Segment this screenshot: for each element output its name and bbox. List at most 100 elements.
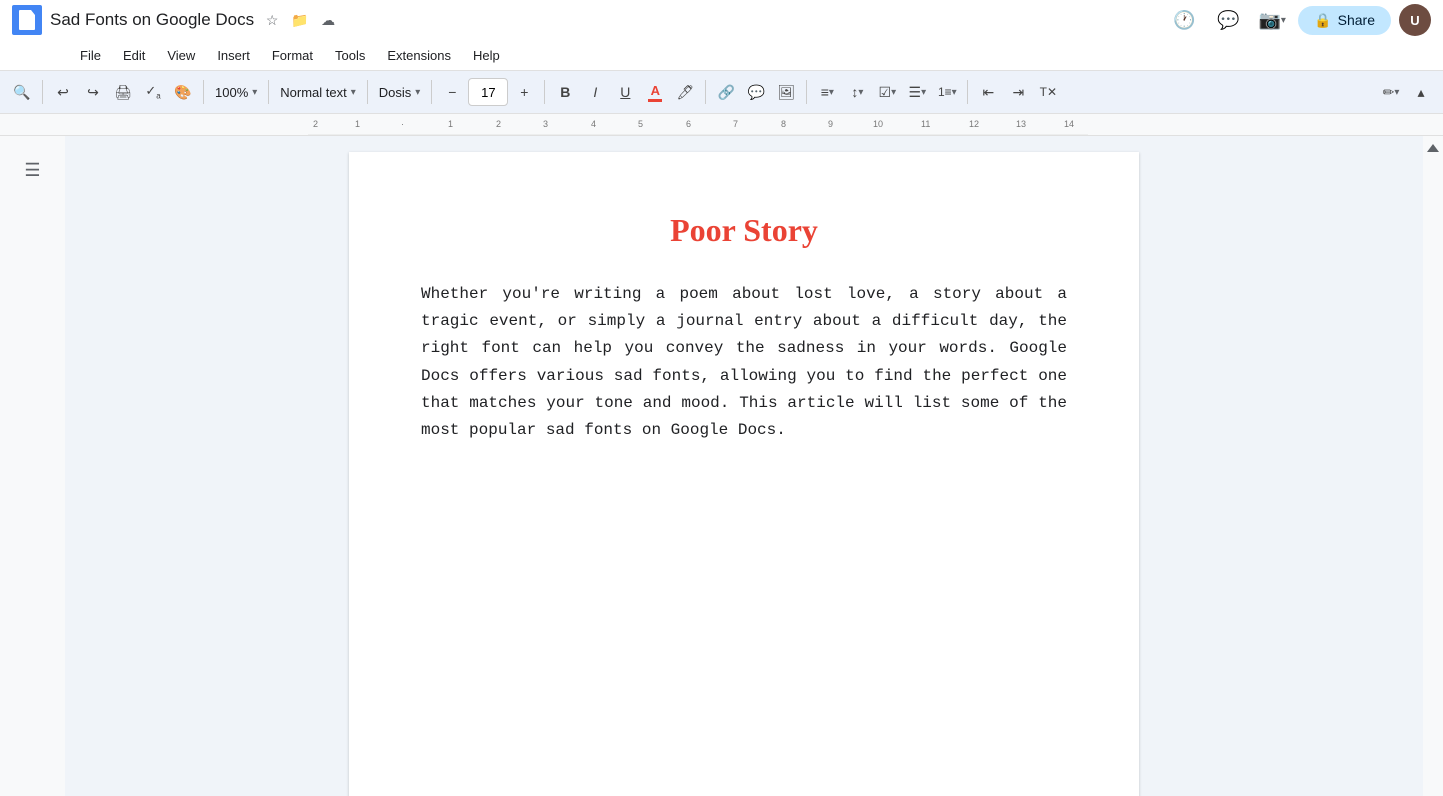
redo-button[interactable]	[79, 78, 107, 106]
menu-file[interactable]: File	[70, 44, 111, 67]
divider-4	[367, 80, 368, 104]
share-button[interactable]: 🔒 Share	[1298, 6, 1391, 35]
outline-button[interactable]: ☰	[15, 152, 51, 188]
print-icon: 🖨	[114, 84, 132, 101]
document-title-text: Poor Story	[421, 212, 1067, 249]
divider-2	[203, 80, 204, 104]
video-button[interactable]: 📷▾	[1254, 2, 1290, 38]
bullet-list-button[interactable]: ☰ ▾	[903, 78, 931, 106]
clear-formatting-icon: T✕	[1040, 85, 1057, 99]
folder-icon[interactable]: 📁	[290, 10, 310, 30]
ruler-content: 2 1 · 1 2 3 4 5 6 7 8 9 10 11 12 13 14	[308, 114, 1443, 135]
numbered-list-icon: 1≡	[938, 85, 952, 99]
header-right: 🕐 💬 📷▾ 🔒 Share U	[1166, 2, 1431, 38]
svg-text:14: 14	[1064, 119, 1074, 129]
linespace-dropdown-arrow: ▾	[858, 87, 863, 98]
paintformat-button[interactable]: 🎨	[169, 78, 197, 106]
docs-logo-icon	[12, 5, 42, 35]
svg-text:1: 1	[448, 119, 453, 129]
document-title[interactable]: Sad Fonts on Google Docs	[50, 10, 254, 30]
print-button[interactable]: 🖨	[109, 78, 137, 106]
image-icon: 🖼	[777, 84, 795, 101]
svg-text:·: ·	[401, 119, 404, 129]
font-size-increase-button[interactable]: +	[510, 78, 538, 106]
menu-tools[interactable]: Tools	[325, 44, 375, 67]
right-panel	[1423, 136, 1443, 796]
menu-format[interactable]: Format	[262, 44, 323, 67]
cloud-saved-icon[interactable]: ☁	[318, 10, 338, 30]
pencil-icon: ✏	[1383, 84, 1395, 101]
svg-text:4: 4	[591, 119, 596, 129]
edit-mode-arrow: ▾	[1394, 87, 1399, 98]
text-color-button[interactable]: A	[641, 78, 669, 106]
document-area[interactable]: Poor Story Whether you're writing a poem…	[65, 136, 1423, 796]
bold-button[interactable]: B	[551, 78, 579, 106]
font-select[interactable]: Dosis ▾	[374, 78, 426, 106]
share-label: Share	[1338, 12, 1375, 28]
outline-icon: ☰	[24, 160, 40, 181]
svg-text:2: 2	[313, 119, 318, 129]
align-icon: ≡	[821, 84, 829, 100]
underline-button[interactable]: U	[611, 78, 639, 106]
sidebar: ☰	[0, 136, 65, 796]
svg-text:8: 8	[781, 119, 786, 129]
zoom-select[interactable]: 100% ▾	[210, 78, 262, 106]
document-body-text[interactable]: Whether you're writing a poem about lost…	[421, 281, 1067, 444]
history-button[interactable]: 🕐	[1166, 2, 1202, 38]
search-icon: 🔍	[13, 84, 30, 101]
comment-button[interactable]: 💬	[742, 78, 770, 106]
font-size-decrease-button[interactable]: −	[438, 78, 466, 106]
edit-mode-button[interactable]: ✏ ▾	[1377, 78, 1405, 106]
highlight-color-button[interactable]: 🖊	[671, 78, 699, 106]
menu-view[interactable]: View	[157, 44, 205, 67]
bold-icon: B	[560, 84, 570, 100]
underline-icon: U	[620, 84, 630, 100]
main-area: ☰ Poor Story Whether you're writing a po…	[0, 136, 1443, 796]
svg-text:13: 13	[1016, 119, 1026, 129]
font-size-input[interactable]: 17	[468, 78, 508, 106]
user-avatar[interactable]: U	[1399, 4, 1431, 36]
clear-formatting-button[interactable]: T✕	[1034, 78, 1062, 106]
search-button[interactable]: 🔍	[8, 78, 36, 106]
numbered-list-button[interactable]: 1≡ ▾	[933, 78, 961, 106]
divider-5	[431, 80, 432, 104]
style-select[interactable]: Normal text ▾	[275, 78, 361, 106]
svg-text:9: 9	[828, 119, 833, 129]
comments-button[interactable]: 💬	[1210, 2, 1246, 38]
collapse-panel-button[interactable]	[1427, 144, 1439, 152]
divider-6	[544, 80, 545, 104]
font-value: Dosis	[379, 85, 412, 100]
svg-text:11: 11	[921, 119, 930, 129]
zoom-dropdown-arrow: ▾	[252, 87, 257, 98]
indent-increase-icon: ⇥	[1012, 84, 1024, 101]
line-spacing-button[interactable]: ↕ ▾	[843, 78, 871, 106]
svg-text:10: 10	[873, 119, 883, 129]
divider-3	[268, 80, 269, 104]
star-icon[interactable]: ☆	[262, 10, 282, 30]
undo-button[interactable]	[49, 78, 77, 106]
lock-icon: 🔒	[1314, 12, 1331, 29]
font-dropdown-arrow: ▾	[415, 87, 420, 98]
link-button[interactable]: 🔗	[712, 78, 740, 106]
zoom-value: 100%	[215, 85, 248, 100]
menu-extensions[interactable]: Extensions	[377, 44, 461, 67]
menu-insert[interactable]: Insert	[207, 44, 260, 67]
divider-1	[42, 80, 43, 104]
spellcheck-button[interactable]: ✓a	[139, 78, 167, 106]
indent-decrease-button[interactable]: ⇤	[974, 78, 1002, 106]
svg-text:12: 12	[969, 119, 979, 129]
italic-icon: I	[593, 84, 597, 100]
indent-increase-button[interactable]: ⇥	[1004, 78, 1032, 106]
align-button[interactable]: ≡ ▾	[813, 78, 841, 106]
image-button[interactable]: 🖼	[772, 78, 800, 106]
collapse-toolbar-button[interactable]: ▴	[1407, 78, 1435, 106]
checklist-dropdown-arrow: ▾	[891, 87, 896, 98]
italic-button[interactable]: I	[581, 78, 609, 106]
checklist-button[interactable]: ☑ ▾	[873, 78, 901, 106]
menu-help[interactable]: Help	[463, 44, 510, 67]
style-value: Normal text	[280, 85, 346, 100]
svg-text:1: 1	[355, 119, 360, 129]
menu-edit[interactable]: Edit	[113, 44, 155, 67]
title-bar: Sad Fonts on Google Docs ☆ 📁 ☁ 🕐 💬 📷▾ 🔒 …	[0, 0, 1443, 40]
text-color-indicator: A	[648, 83, 662, 102]
